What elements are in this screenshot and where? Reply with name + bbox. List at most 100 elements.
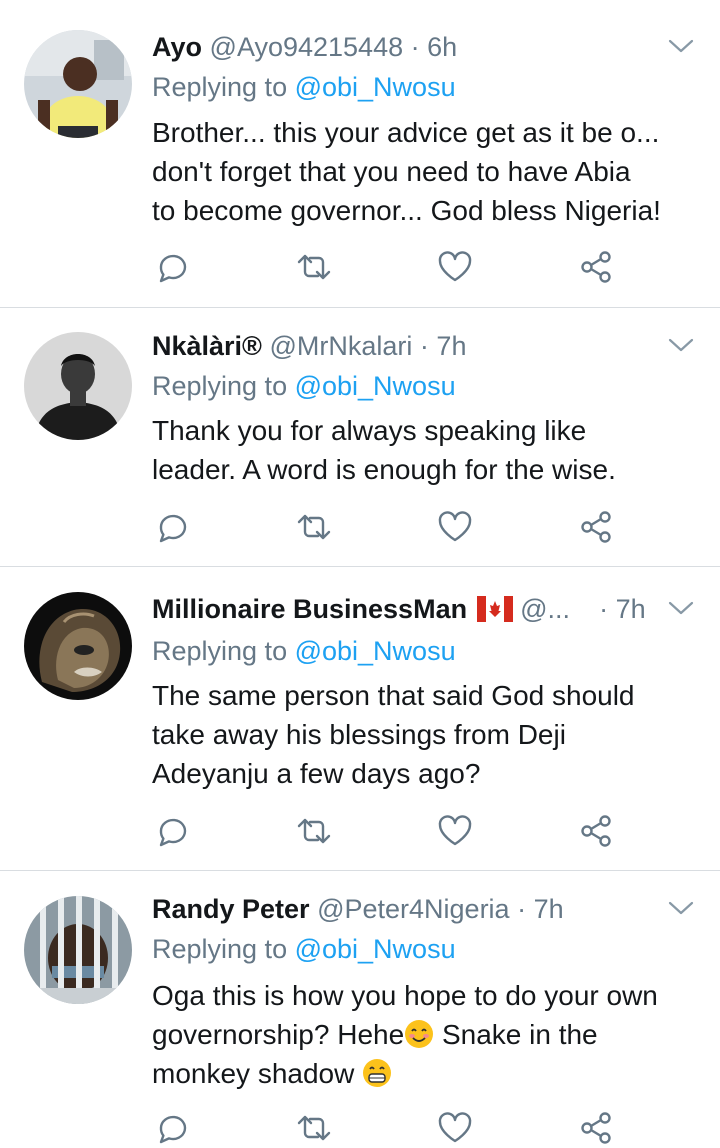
tweet[interactable]: Ayo @Ayo94215448 · 6h Replying to @obi_N… (0, 0, 720, 308)
reply-button[interactable] (152, 1108, 192, 1148)
avatar[interactable] (24, 30, 132, 138)
heart-icon (438, 1112, 472, 1143)
chevron-down-icon[interactable] (668, 38, 694, 54)
mention-link[interactable]: @obi_Nwosu (295, 371, 456, 401)
mention-link[interactable]: @obi_Nwosu (295, 72, 456, 102)
user-handle[interactable]: @Peter4Nigeria (317, 894, 510, 924)
tweet-text-line: don't forget that you need to have Abia (152, 156, 631, 187)
like-button[interactable] (435, 811, 475, 851)
mention-link[interactable]: @obi_Nwosu (295, 636, 456, 666)
share-icon (581, 1112, 611, 1144)
share-button[interactable] (576, 811, 616, 851)
tweet-text-segment: monkey shadow (152, 1058, 363, 1089)
tweet-text-line: The same person that said God should (152, 680, 635, 711)
display-name[interactable]: Millionaire BusinessMan (152, 594, 467, 624)
tweet-text: Thank you for always speaking like leade… (152, 411, 700, 489)
share-icon (581, 511, 611, 543)
separator: · (517, 894, 527, 924)
display-name[interactable]: Nkàlàri® (152, 331, 262, 361)
reply-button[interactable] (152, 811, 192, 851)
reply-button[interactable] (152, 247, 192, 287)
display-name[interactable]: Randy Peter (152, 894, 310, 924)
like-button[interactable] (435, 247, 475, 287)
tweet-actions (152, 247, 632, 287)
reply-icon (159, 1115, 187, 1144)
tweet-text-line: governorship? Hehe Snake in the (152, 1015, 700, 1054)
like-button[interactable] (435, 507, 475, 547)
chevron-down-icon[interactable] (668, 337, 694, 353)
chevron-down-icon[interactable] (668, 600, 694, 616)
tweet-text-segment: governorship? Hehe (152, 1019, 405, 1050)
tweet-actions (152, 507, 632, 547)
replying-label: Replying to (152, 934, 295, 964)
tweet-actions (152, 811, 632, 851)
heart-icon (438, 251, 472, 282)
tweet-text-line: to become governor... God bless Nigeria! (152, 195, 661, 226)
smiling-face-emoji-icon (405, 1020, 434, 1048)
user-handle[interactable]: @... (520, 594, 570, 624)
tweet-text-line: leader. A word is enough for the wise. (152, 454, 616, 485)
canada-flag-icon (476, 596, 513, 622)
share-button[interactable] (576, 507, 616, 547)
reply-icon (159, 254, 187, 283)
tweet-text-line: Brother... this your advice get as it be… (152, 117, 660, 148)
retweet-icon (297, 254, 331, 280)
tweet[interactable]: Randy Peter @Peter4Nigeria · 7h Replying… (0, 870, 720, 1146)
replying-to: Replying to @obi_Nwosu (152, 70, 456, 104)
user-handle[interactable]: @Ayo94215448 (210, 32, 404, 62)
mention-link[interactable]: @obi_Nwosu (295, 934, 456, 964)
tweet-header: Randy Peter @Peter4Nigeria · 7h (152, 892, 676, 926)
replying-to: Replying to @obi_Nwosu (152, 634, 456, 668)
tweet-text: Brother... this your advice get as it be… (152, 113, 700, 230)
retweet-button[interactable] (294, 247, 334, 287)
like-button[interactable] (435, 1108, 475, 1148)
reply-icon (159, 514, 187, 543)
tweet-header: Ayo @Ayo94215448 · 6h (152, 30, 676, 64)
tweet-actions (152, 1108, 632, 1148)
separator: · (419, 331, 429, 361)
tweet-text: Oga this is how you hope to do your own … (152, 976, 700, 1093)
tweet-text-line: Oga this is how you hope to do your own (152, 980, 658, 1011)
tweet-header: Millionaire BusinessMan @... · 7h (152, 592, 676, 626)
retweet-button[interactable] (294, 811, 334, 851)
timestamp[interactable]: 7h (534, 894, 564, 924)
share-button[interactable] (576, 1108, 616, 1148)
lion-avatar-icon (24, 592, 132, 700)
replying-label: Replying to (152, 72, 295, 102)
heart-icon (438, 511, 472, 542)
share-icon (581, 815, 611, 847)
reply-button[interactable] (152, 507, 192, 547)
tweet-header: Nkàlàri® @MrNkalari · 7h (152, 329, 676, 363)
display-name[interactable]: Ayo (152, 32, 202, 62)
user-avatar-icon (24, 896, 132, 1004)
retweet-icon (297, 514, 331, 540)
avatar[interactable] (24, 592, 132, 700)
retweet-icon (297, 1115, 331, 1141)
avatar[interactable] (24, 332, 132, 440)
replying-label: Replying to (152, 636, 295, 666)
retweet-button[interactable] (294, 1108, 334, 1148)
tweet-text-line: Thank you for always speaking like (152, 415, 587, 446)
timestamp[interactable]: 7h (436, 331, 466, 361)
user-handle[interactable]: @MrNkalari (269, 331, 412, 361)
share-icon (581, 251, 611, 283)
share-button[interactable] (576, 247, 616, 287)
chevron-down-icon[interactable] (668, 900, 694, 916)
separator: · (599, 594, 609, 624)
tweet-text-line: monkey shadow (152, 1054, 700, 1093)
user-avatar-icon (24, 332, 132, 440)
timestamp[interactable]: 7h (616, 594, 646, 624)
replying-to: Replying to @obi_Nwosu (152, 932, 456, 966)
user-avatar-icon (24, 30, 132, 138)
retweet-button[interactable] (294, 507, 334, 547)
replying-label: Replying to (152, 371, 295, 401)
tweet-text-line: Adeyanju a few days ago? (152, 758, 481, 789)
tweet[interactable]: Millionaire BusinessMan @... · 7h Replyi… (0, 566, 720, 871)
tweet-text: The same person that said God should tak… (152, 676, 700, 793)
avatar[interactable] (24, 896, 132, 1004)
tweet-text-segment: Snake in the (434, 1019, 598, 1050)
retweet-icon (297, 818, 331, 844)
tweet[interactable]: Nkàlàri® @MrNkalari · 7h Replying to @ob… (0, 307, 720, 567)
grinning-face-emoji-icon (363, 1059, 392, 1087)
timestamp[interactable]: 6h (427, 32, 457, 62)
